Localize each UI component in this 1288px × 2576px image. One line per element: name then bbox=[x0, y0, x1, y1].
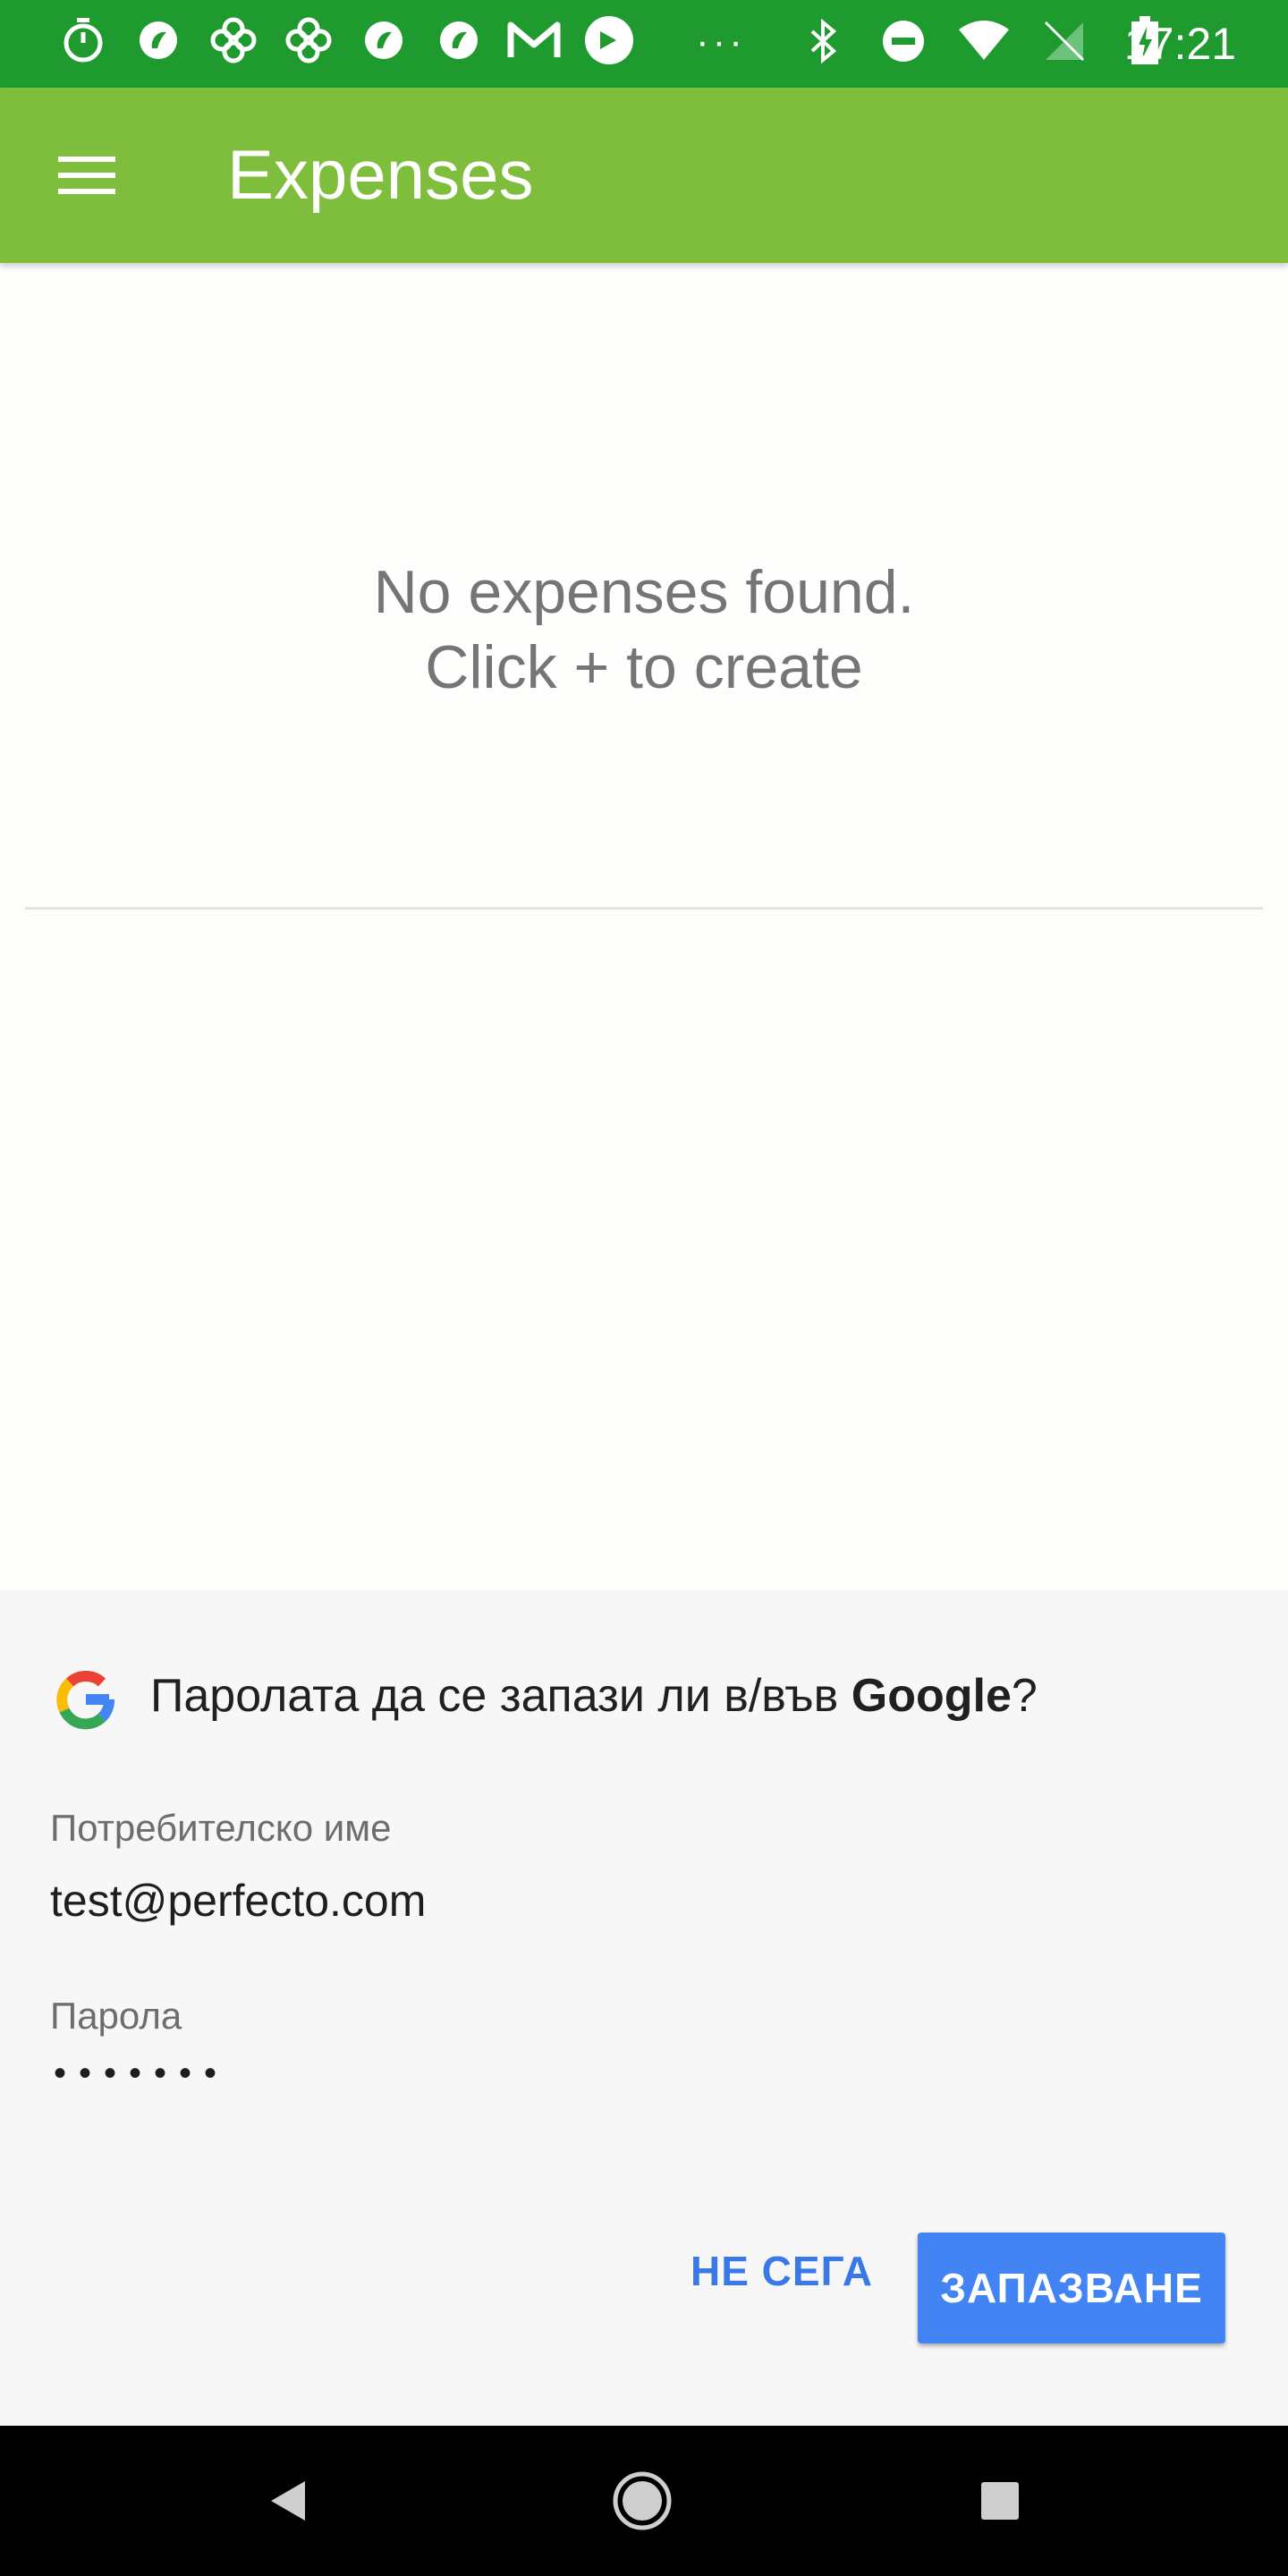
pinwheel-icon bbox=[281, 13, 336, 68]
more-notifications-indicator: ··· bbox=[696, 20, 746, 64]
username-value: test@perfecto.com bbox=[50, 1876, 427, 1926]
back-icon bbox=[271, 2481, 305, 2521]
app-icon bbox=[356, 13, 411, 68]
no-sim-icon bbox=[1038, 14, 1091, 68]
sheet-title: Паролата да се запази ли в/във Google? bbox=[150, 1669, 1038, 1723]
navigation-bar bbox=[0, 2426, 1288, 2576]
back-button[interactable] bbox=[243, 2456, 333, 2546]
not-now-button[interactable]: НЕ СЕГА bbox=[680, 2231, 884, 2311]
password-value: ••••••• bbox=[54, 2054, 230, 2093]
empty-state-line-2: Click + to create bbox=[425, 633, 863, 701]
username-label: Потребителско име bbox=[50, 1807, 392, 1849]
home-icon bbox=[613, 2471, 672, 2530]
empty-state-message: No expenses found. Click + to create bbox=[0, 555, 1288, 705]
app-icon bbox=[431, 13, 487, 68]
google-logo-icon bbox=[56, 1671, 114, 1730]
sheet-title-suffix: ? bbox=[1011, 1670, 1038, 1722]
app-bar: Expenses bbox=[0, 88, 1288, 263]
notification-icons bbox=[55, 13, 637, 68]
recents-icon bbox=[981, 2482, 1019, 2520]
app-icon bbox=[131, 13, 186, 68]
sheet-title-brand: Google bbox=[851, 1670, 1012, 1722]
save-password-sheet: Паролата да се запази ли в/във Google? П… bbox=[0, 1590, 1288, 2426]
page-title: Expenses bbox=[227, 135, 534, 214]
sync-icon bbox=[581, 13, 637, 68]
wifi-icon bbox=[957, 14, 1011, 68]
status-bar: ··· 17:21 bbox=[0, 0, 1288, 88]
do-not-disturb-icon bbox=[877, 14, 930, 68]
bluetooth-icon bbox=[796, 14, 850, 68]
menu-button[interactable] bbox=[36, 140, 140, 211]
pinwheel-icon bbox=[206, 13, 261, 68]
recents-button[interactable] bbox=[955, 2456, 1045, 2546]
gmail-icon bbox=[506, 13, 562, 68]
system-icons bbox=[796, 14, 1172, 68]
home-button[interactable] bbox=[597, 2456, 687, 2546]
password-label: Парола bbox=[50, 1995, 182, 2037]
timer-icon bbox=[55, 13, 111, 68]
sheet-title-text: Паролата да се запази ли в/във bbox=[150, 1670, 852, 1722]
save-button[interactable]: ЗАПАЗВАНЕ bbox=[918, 2233, 1225, 2343]
clock: 17:21 bbox=[1123, 19, 1236, 69]
empty-state-line-1: No expenses found. bbox=[373, 558, 915, 626]
divider bbox=[25, 907, 1263, 910]
hamburger-menu-icon bbox=[58, 157, 115, 194]
